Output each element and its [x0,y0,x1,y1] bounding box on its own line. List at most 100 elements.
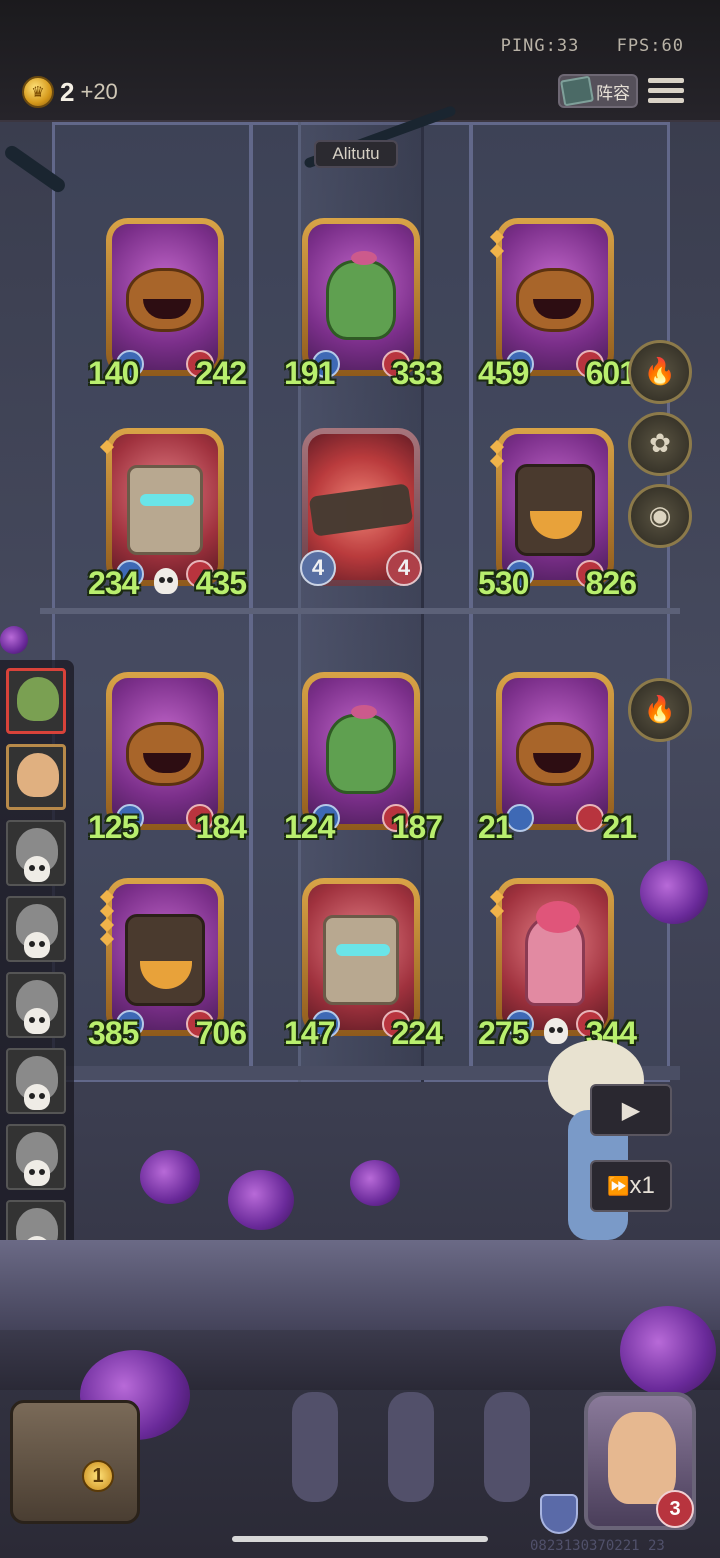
unit-card[interactable]: 140 242 [88,218,247,391]
lineup-button[interactable]: 阵容 [558,74,638,108]
treasure-chest-button[interactable] [10,1400,140,1524]
card-portrait [112,884,218,1030]
gold-amount: 2 [60,76,75,107]
gold-income: +20 [80,79,118,104]
unit-card[interactable]: 385 706 [88,878,247,1051]
build-id: 0823130370221 23 [530,1538,665,1554]
unit-card[interactable]: 530 826 [478,428,637,601]
health-value: 435 [195,565,247,601]
card-portrait [308,224,414,370]
unit-card[interactable]: 191 333 [284,218,443,391]
player-avatar [17,753,59,797]
roster-player-slot[interactable] [6,1124,66,1190]
pumpkin-monster-art [126,721,204,786]
chest-count-badge: 1 [82,1460,114,1492]
opponent-name: Alitutu [314,140,398,168]
attack-value: 275 [478,1015,529,1051]
attack-value: 191 [284,355,335,391]
baluster [292,1392,338,1502]
unit-card[interactable]: 234 435 [88,428,247,601]
card-portrait [502,224,608,370]
tree-monster-art [127,464,203,555]
health-value: 826 [585,565,637,601]
unit-card[interactable]: 459 601 [478,218,637,391]
crown-coin-icon: ♛ [22,76,54,108]
skull-icon [24,932,50,958]
roster-player-slot[interactable] [6,820,66,886]
item-slot-button[interactable]: ✿ [628,412,692,476]
rose-decoration [0,626,28,654]
health-value: 187 [391,809,443,845]
card-portrait [502,678,608,824]
cactus-monster-art [326,250,396,340]
hero-face [608,1412,676,1504]
roster-player-slot[interactable] [6,896,66,962]
unit-card[interactable]: 21 21 [478,672,637,845]
play-button[interactable]: ▶ [590,1084,672,1136]
fast-forward-icon: ⏩ [607,1175,630,1196]
attack-value: 459 [478,355,529,391]
home-indicator[interactable] [232,1536,488,1542]
health-value: 333 [391,355,443,391]
balcony-ledge [0,1240,720,1330]
unit-card[interactable]: 147 224 [284,878,443,1051]
player-roster [0,660,74,1272]
attack-value: 140 [88,355,139,391]
health-value: 184 [195,809,247,845]
card-portrait [502,884,608,1030]
baluster [388,1392,434,1502]
skull-icon [154,568,178,594]
roster-player-slot[interactable] [6,668,66,734]
card-portrait [112,224,218,370]
menu-icon[interactable] [648,78,684,108]
roster-player-slot[interactable] [6,1048,66,1114]
play-icon: ▶ [621,1096,641,1124]
health-orb-icon [576,804,604,832]
card-portrait [112,678,218,824]
attack-value: 4 [300,550,336,586]
attack-value: 530 [478,565,529,601]
health-value: 706 [195,1015,247,1051]
skull-icon [24,1084,50,1110]
shield-icon [540,1494,578,1534]
speed-button[interactable]: ⏩ x1 [590,1160,672,1212]
network-stats: PING:33 FPS:60 [475,36,684,56]
rose-decoration [140,1150,200,1204]
card-portrait [502,434,608,580]
roster-player-slot[interactable] [6,744,66,810]
gold-counter: ♛ 2 +20 [22,76,118,108]
book-icon [559,75,595,107]
baluster [484,1392,530,1502]
crystal-orb-icon: ◉ [648,501,672,531]
attack-value: 124 [284,809,335,845]
unit-card[interactable]: 44 [300,428,422,586]
item-slot-button[interactable]: ◉ [628,484,692,548]
cactus-monster-art [326,704,396,794]
tree-monster-art [323,914,399,1005]
skull-icon [24,856,50,882]
pumpkin-monster-art [516,721,594,786]
health-value: 242 [195,355,247,391]
lighter-icon: 🔥 [643,695,677,725]
rose-decoration [620,1306,716,1396]
skull-icon [24,1160,50,1186]
lady-monster-art [525,900,585,1006]
item-slot-button[interactable]: 🔥 [628,340,692,404]
window-crossbar [40,608,680,614]
hero-lives-badge: 3 [656,1490,694,1528]
attack-value: 21 [478,809,513,845]
rose-icon: ✿ [649,429,671,459]
unit-card[interactable]: 125 184 [88,672,247,845]
card-portrait [112,434,218,580]
rose-decoration [640,860,708,924]
attack-value: 147 [284,1015,335,1051]
rose-decoration [228,1170,294,1230]
speed-label: x1 [629,1172,655,1199]
unit-card[interactable]: 124 187 [284,672,443,845]
unit-card[interactable]: 275 344 [478,878,637,1051]
health-value: 21 [602,809,637,845]
pumpkin-monster-art [126,267,204,332]
attack-value: 234 [88,565,139,601]
item-slot-button[interactable]: 🔥 [628,678,692,742]
roster-player-slot[interactable] [6,972,66,1038]
